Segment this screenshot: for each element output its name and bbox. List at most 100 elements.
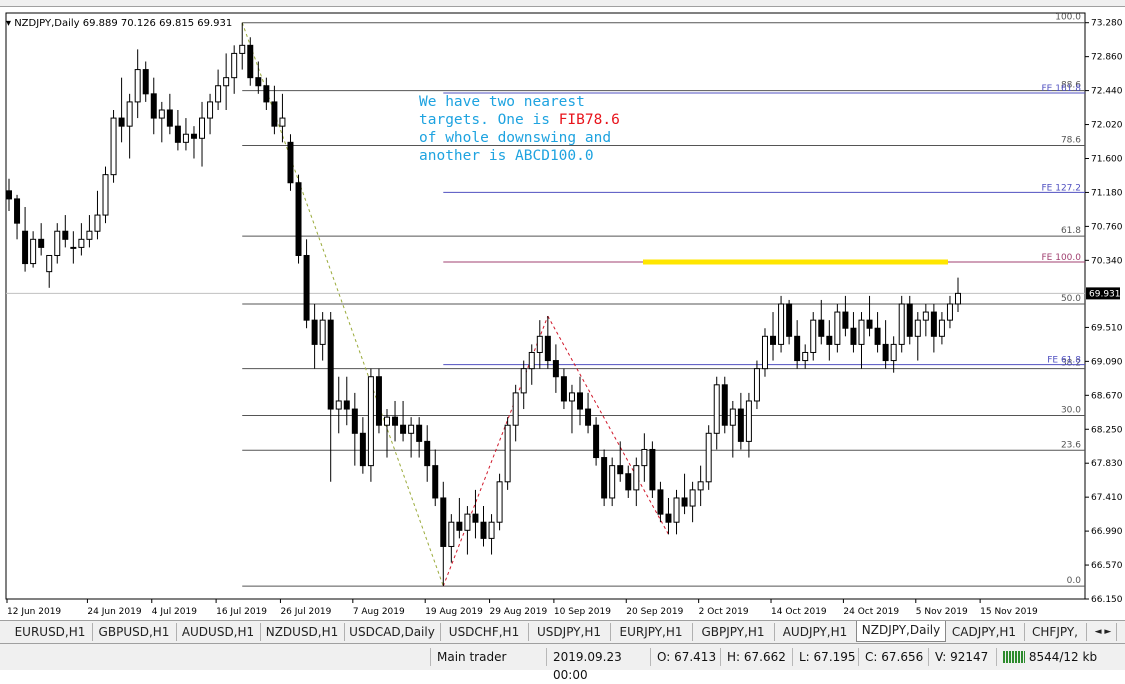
status-traffic: 8544/12 kb bbox=[996, 648, 1123, 666]
status-traffic-text: 8544/12 kb bbox=[1028, 650, 1098, 664]
annotation-line-3: of whole downswing and bbox=[419, 130, 612, 146]
x-tick-label-10: 2 Oct 2019 bbox=[699, 607, 749, 617]
candle-body-109 bbox=[882, 343, 889, 362]
candle-body-22 bbox=[182, 133, 189, 143]
chart-tab-gbpjpy-h1[interactable]: GBPJPY,H1 bbox=[692, 623, 775, 641]
candle-body-8 bbox=[70, 246, 77, 249]
candle-body-19 bbox=[158, 109, 165, 119]
candle-body-1 bbox=[14, 198, 21, 224]
candle-body-105 bbox=[850, 327, 857, 345]
candle-body-91 bbox=[737, 408, 744, 442]
fib-label-7: 23.6 bbox=[1061, 440, 1081, 450]
candle-body-25 bbox=[207, 101, 214, 119]
candle-body-15 bbox=[126, 101, 133, 127]
candle-body-4 bbox=[38, 238, 45, 248]
candle-body-77 bbox=[625, 473, 632, 491]
candle-body-70 bbox=[568, 392, 575, 402]
y-tick-label-10: 69.090 bbox=[1091, 357, 1123, 367]
fib-label-0: 100.0 bbox=[1055, 13, 1081, 23]
candle-body-55 bbox=[448, 521, 455, 547]
chart-tab-gbpusd-h1[interactable]: GBPUSD,H1 bbox=[92, 623, 177, 641]
abcd-leg-1 bbox=[547, 315, 669, 535]
x-tick-label-3: 16 Jul 2019 bbox=[216, 607, 267, 617]
candle-body-74 bbox=[601, 457, 608, 499]
candle-body-96 bbox=[778, 303, 785, 345]
candle-body-53 bbox=[432, 465, 439, 499]
candle-body-36 bbox=[295, 182, 302, 256]
fib-label-8: 0.0 bbox=[1067, 576, 1082, 586]
candle-body-26 bbox=[215, 85, 222, 103]
chart-tab-eurjpy-h1[interactable]: EURJPY,H1 bbox=[610, 623, 693, 641]
candle-body-80 bbox=[649, 448, 656, 491]
chart-tab-nzdjpy-daily[interactable]: NZDJPY,Daily bbox=[856, 621, 946, 642]
x-tick-label-13: 5 Nov 2019 bbox=[916, 607, 968, 617]
chart-tab-audusd-h1[interactable]: AUDUSD,H1 bbox=[176, 623, 261, 641]
candle-body-116 bbox=[938, 319, 945, 337]
y-tick-label-9: 69.510 bbox=[1091, 323, 1123, 333]
candle-body-82 bbox=[665, 513, 672, 523]
y-tick-label-14: 67.410 bbox=[1091, 493, 1123, 503]
candle-body-35 bbox=[287, 141, 294, 184]
chart-tab-cadjpy-h1[interactable]: CADJPY,H1 bbox=[944, 623, 1025, 641]
candle-body-111 bbox=[898, 303, 905, 345]
x-tick-label-4: 26 Jul 2019 bbox=[280, 607, 331, 617]
candle-body-46 bbox=[375, 376, 382, 426]
candle-body-102 bbox=[826, 335, 833, 345]
candle-body-117 bbox=[946, 303, 953, 321]
status-close: C: 67.656 bbox=[858, 648, 929, 666]
chart-tab-audjpy-h1[interactable]: AUDJPY,H1 bbox=[774, 623, 857, 641]
candle-body-44 bbox=[359, 432, 366, 467]
fe-label-1: FE 127.2 bbox=[1042, 183, 1082, 193]
x-tick-label-5: 7 Aug 2019 bbox=[353, 607, 405, 617]
candle-body-95 bbox=[770, 335, 777, 345]
fib-label-6: 30.0 bbox=[1061, 406, 1081, 416]
last-price-label: 69.931 bbox=[1089, 289, 1121, 299]
candle-body-73 bbox=[593, 424, 600, 459]
candle-body-88 bbox=[713, 384, 720, 434]
fib-label-3: 61.8 bbox=[1061, 226, 1081, 236]
annotation-line-2a: targets. One is bbox=[419, 112, 559, 128]
y-tick-label-12: 68.250 bbox=[1091, 425, 1123, 435]
candle-body-31 bbox=[255, 77, 262, 87]
candle-body-113 bbox=[914, 319, 921, 337]
candle-body-84 bbox=[681, 497, 688, 507]
tab-scroll-arrows-icon[interactable]: ◄ ► bbox=[1090, 623, 1117, 641]
chart-tab-nzdusd-h1[interactable]: NZDUSD,H1 bbox=[260, 623, 345, 641]
candle-body-12 bbox=[102, 174, 109, 216]
candle-body-98 bbox=[794, 335, 801, 362]
symbol-header-text: NZDJPY,Daily 69.889 70.126 69.815 69.931 bbox=[14, 18, 233, 29]
candle-body-14 bbox=[118, 117, 125, 127]
chart-tab-usdcad-daily[interactable]: USDCAD,Daily bbox=[344, 623, 441, 641]
candle-body-103 bbox=[834, 311, 841, 345]
chart-area[interactable]: 100.0 88.6 78.6 61.8 50.0 38.2 30.0 23.6 0.0 FE 1… bbox=[0, 7, 1125, 620]
candle-body-66 bbox=[536, 335, 543, 353]
chart-tab-chfjpy[interactable]: CHFJPY, bbox=[1024, 623, 1087, 641]
x-tick-label-2: 4 Jul 2019 bbox=[152, 607, 197, 617]
status-profile: Main trader bbox=[430, 648, 545, 666]
fib-label-4: 50.0 bbox=[1061, 294, 1081, 304]
chart-tab-usdchf-h1[interactable]: USDCHF,H1 bbox=[440, 623, 529, 641]
chart-tab-eurusd-h1[interactable]: EURUSD,H1 bbox=[8, 623, 93, 641]
fe-label-2: FE 100.0 bbox=[1042, 253, 1082, 263]
symbol-dropdown-icon[interactable]: ▾ bbox=[6, 18, 14, 29]
candle-body-115 bbox=[930, 311, 937, 337]
chart-tab-usdjpy-h1[interactable]: USDJPY,H1 bbox=[528, 623, 611, 641]
annotation-fib-highlight: FIB78.6 bbox=[558, 112, 620, 128]
candle-body-101 bbox=[818, 319, 825, 337]
fe-label-0: FE 161.8 bbox=[1042, 84, 1082, 94]
candle-body-32 bbox=[263, 85, 270, 103]
candle-body-10 bbox=[86, 230, 93, 240]
candle-body-99 bbox=[802, 351, 809, 362]
candle-body-45 bbox=[367, 376, 374, 467]
candle-body-81 bbox=[657, 489, 664, 515]
y-tick-label-3: 72.020 bbox=[1091, 121, 1123, 131]
fib-label-2: 78.6 bbox=[1061, 136, 1081, 146]
y-tick-label-4: 71.600 bbox=[1091, 154, 1123, 164]
y-tick-label-17: 66.150 bbox=[1091, 595, 1123, 605]
candle-body-97 bbox=[786, 303, 793, 337]
candle-body-11 bbox=[94, 214, 101, 232]
candle-body-110 bbox=[890, 343, 897, 362]
window-top-edge bbox=[0, 0, 1125, 7]
annotation-line-4: another is ABCD100.0 bbox=[419, 148, 594, 164]
candle-body-39 bbox=[319, 319, 326, 345]
